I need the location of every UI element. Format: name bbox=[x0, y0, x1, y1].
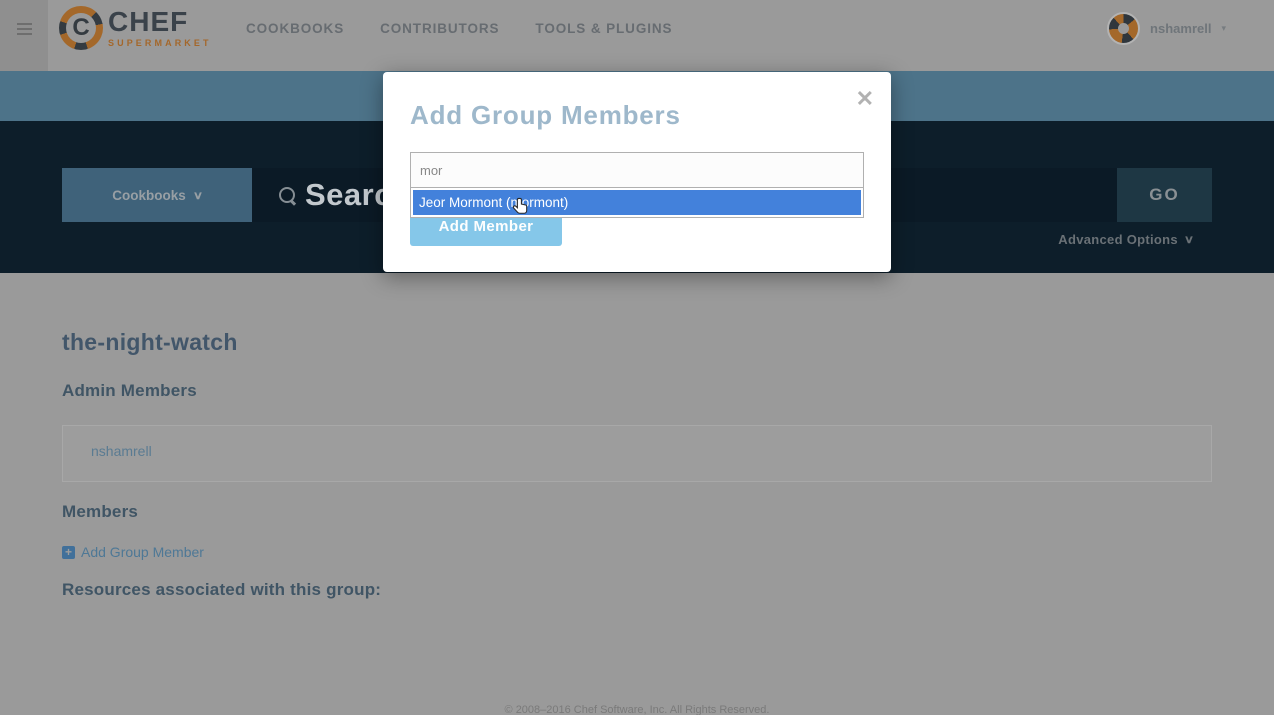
chef-logo-letter: C bbox=[59, 6, 103, 50]
brand-name: CHEF bbox=[108, 7, 212, 37]
chevron-down-icon: ∨ bbox=[193, 189, 203, 202]
chevron-down-icon: ∨ bbox=[1184, 233, 1194, 246]
page-title: the-night-watch bbox=[62, 329, 238, 356]
app-window: C CHEF SUPERMARKET COOKBOOKS CONTRIBUTOR… bbox=[0, 0, 1274, 715]
user-menu[interactable]: nshamrell ▾ bbox=[1107, 0, 1226, 57]
admin-members-heading: Admin Members bbox=[62, 381, 197, 401]
search-go-button[interactable]: GO bbox=[1117, 168, 1212, 222]
primary-nav: COOKBOOKS CONTRIBUTORS TOOLS & PLUGINS bbox=[246, 0, 672, 57]
add-group-member-link[interactable]: + Add Group Member bbox=[62, 544, 204, 560]
advanced-options-toggle[interactable]: Advanced Options ∨ bbox=[1058, 232, 1193, 247]
nav-item-tools-plugins[interactable]: TOOLS & PLUGINS bbox=[535, 21, 672, 36]
nav-item-contributors[interactable]: CONTRIBUTORS bbox=[380, 21, 499, 36]
members-heading: Members bbox=[62, 502, 138, 522]
chef-logo-icon[interactable]: C bbox=[59, 6, 103, 50]
search-category-dropdown[interactable]: Cookbooks ∨ bbox=[62, 168, 252, 222]
search-category-label: Cookbooks bbox=[112, 188, 186, 203]
hamburger-icon bbox=[17, 23, 32, 35]
top-navbar: C CHEF SUPERMARKET COOKBOOKS CONTRIBUTOR… bbox=[0, 0, 1274, 71]
avatar bbox=[1107, 12, 1140, 45]
admin-member-link[interactable]: nshamrell bbox=[91, 443, 152, 459]
close-icon[interactable]: ✕ bbox=[856, 86, 874, 112]
brand-wordmark[interactable]: CHEF SUPERMARKET bbox=[108, 7, 212, 48]
user-name: nshamrell bbox=[1150, 21, 1211, 36]
add-group-members-modal: Add Group Members ✕ Add Member mor Jeor … bbox=[383, 72, 891, 272]
member-search-input[interactable]: mor bbox=[410, 152, 864, 188]
suggestion-item[interactable]: Jeor Mormont (mormont) bbox=[413, 190, 861, 215]
modal-title: Add Group Members bbox=[410, 100, 681, 131]
nav-item-cookbooks[interactable]: COOKBOOKS bbox=[246, 21, 344, 36]
sidebar-toggle[interactable] bbox=[0, 0, 48, 71]
resources-heading: Resources associated with this group: bbox=[62, 580, 381, 600]
plus-icon: + bbox=[62, 546, 75, 559]
autocomplete-dropdown: Jeor Mormont (mormont) bbox=[410, 188, 864, 218]
search-placeholder: Searc bbox=[305, 177, 392, 213]
search-icon bbox=[279, 187, 296, 204]
member-autocomplete: mor Jeor Mormont (mormont) bbox=[410, 152, 864, 218]
admin-members-panel: nshamrell bbox=[62, 425, 1212, 482]
caret-down-icon: ▾ bbox=[1221, 23, 1226, 34]
brand-subtitle: SUPERMARKET bbox=[108, 38, 212, 48]
footer-copyright: © 2008–2016 Chef Software, Inc. All Righ… bbox=[0, 704, 1274, 715]
typed-query: mor bbox=[420, 163, 442, 178]
